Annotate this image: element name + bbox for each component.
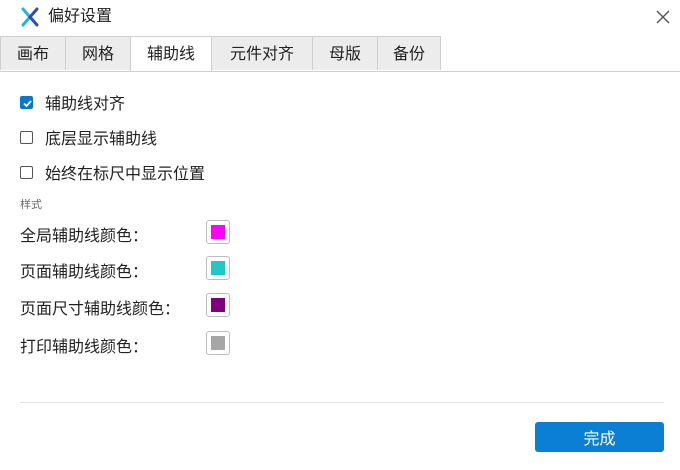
color-swatch	[211, 225, 225, 239]
guides-panel: 辅助线对齐 底层显示辅助线 始终在标尺中显示位置 样式 全局辅助线颜色： 页面辅…	[0, 72, 680, 470]
style-section-label: 样式	[20, 198, 42, 211]
tab-bar: 画布 网格 辅助线 元件对齐 母版 备份	[0, 36, 680, 72]
color-row-print-guides: 打印辅助线颜色：	[20, 331, 260, 357]
checkmark-icon	[23, 99, 32, 107]
print-guides-color-label: 打印辅助线颜色：	[20, 337, 149, 356]
tab-canvas[interactable]: 画布	[0, 36, 66, 70]
footer-divider	[20, 402, 664, 403]
always-show-ruler-position-checkbox[interactable]	[20, 165, 33, 179]
show-guides-bottom-checkbox[interactable]	[20, 130, 33, 144]
color-row-global-guides: 全局辅助线颜色：	[20, 220, 260, 246]
close-icon[interactable]	[652, 6, 674, 28]
dialog-title: 偏好设置	[48, 6, 113, 25]
page-guides-color-label: 页面辅助线颜色：	[20, 262, 149, 281]
tab-guides[interactable]: 辅助线	[130, 36, 212, 71]
preferences-dialog: 偏好设置 画布 网格 辅助线 元件对齐 母版 备份 辅助线对齐 底层显示辅助线 …	[0, 0, 680, 470]
option-show-guides-bottom[interactable]: 底层显示辅助线	[20, 126, 157, 148]
tab-grid[interactable]: 网格	[65, 36, 131, 70]
global-guides-color-picker[interactable]	[206, 220, 230, 244]
tab-backup[interactable]: 备份	[377, 36, 441, 70]
color-swatch	[211, 298, 225, 312]
option-always-show-ruler-position[interactable]: 始终在标尺中显示位置	[20, 161, 205, 183]
snap-to-guides-checkbox[interactable]	[20, 95, 33, 109]
tab-widget-snap[interactable]: 元件对齐	[211, 36, 313, 70]
snap-to-guides-label: 辅助线对齐	[45, 94, 126, 113]
page-guides-color-picker[interactable]	[206, 256, 230, 280]
color-swatch	[211, 336, 225, 350]
show-guides-bottom-label: 底层显示辅助线	[45, 129, 158, 148]
color-swatch	[211, 261, 225, 275]
option-snap-to-guides[interactable]: 辅助线对齐	[20, 91, 125, 113]
x-logo-icon	[21, 7, 39, 27]
title-bar: 偏好设置	[0, 0, 680, 34]
always-show-ruler-position-label: 始终在标尺中显示位置	[45, 164, 206, 183]
page-size-guides-color-label: 页面尺寸辅助线颜色：	[20, 299, 181, 318]
tab-master[interactable]: 母版	[312, 36, 378, 70]
color-row-page-size-guides: 页面尺寸辅助线颜色：	[20, 293, 260, 319]
page-size-guides-color-picker[interactable]	[206, 293, 230, 317]
global-guides-color-label: 全局辅助线颜色：	[20, 226, 149, 245]
done-button[interactable]: 完成	[535, 422, 664, 452]
color-row-page-guides: 页面辅助线颜色：	[20, 256, 260, 282]
print-guides-color-picker[interactable]	[206, 331, 230, 355]
